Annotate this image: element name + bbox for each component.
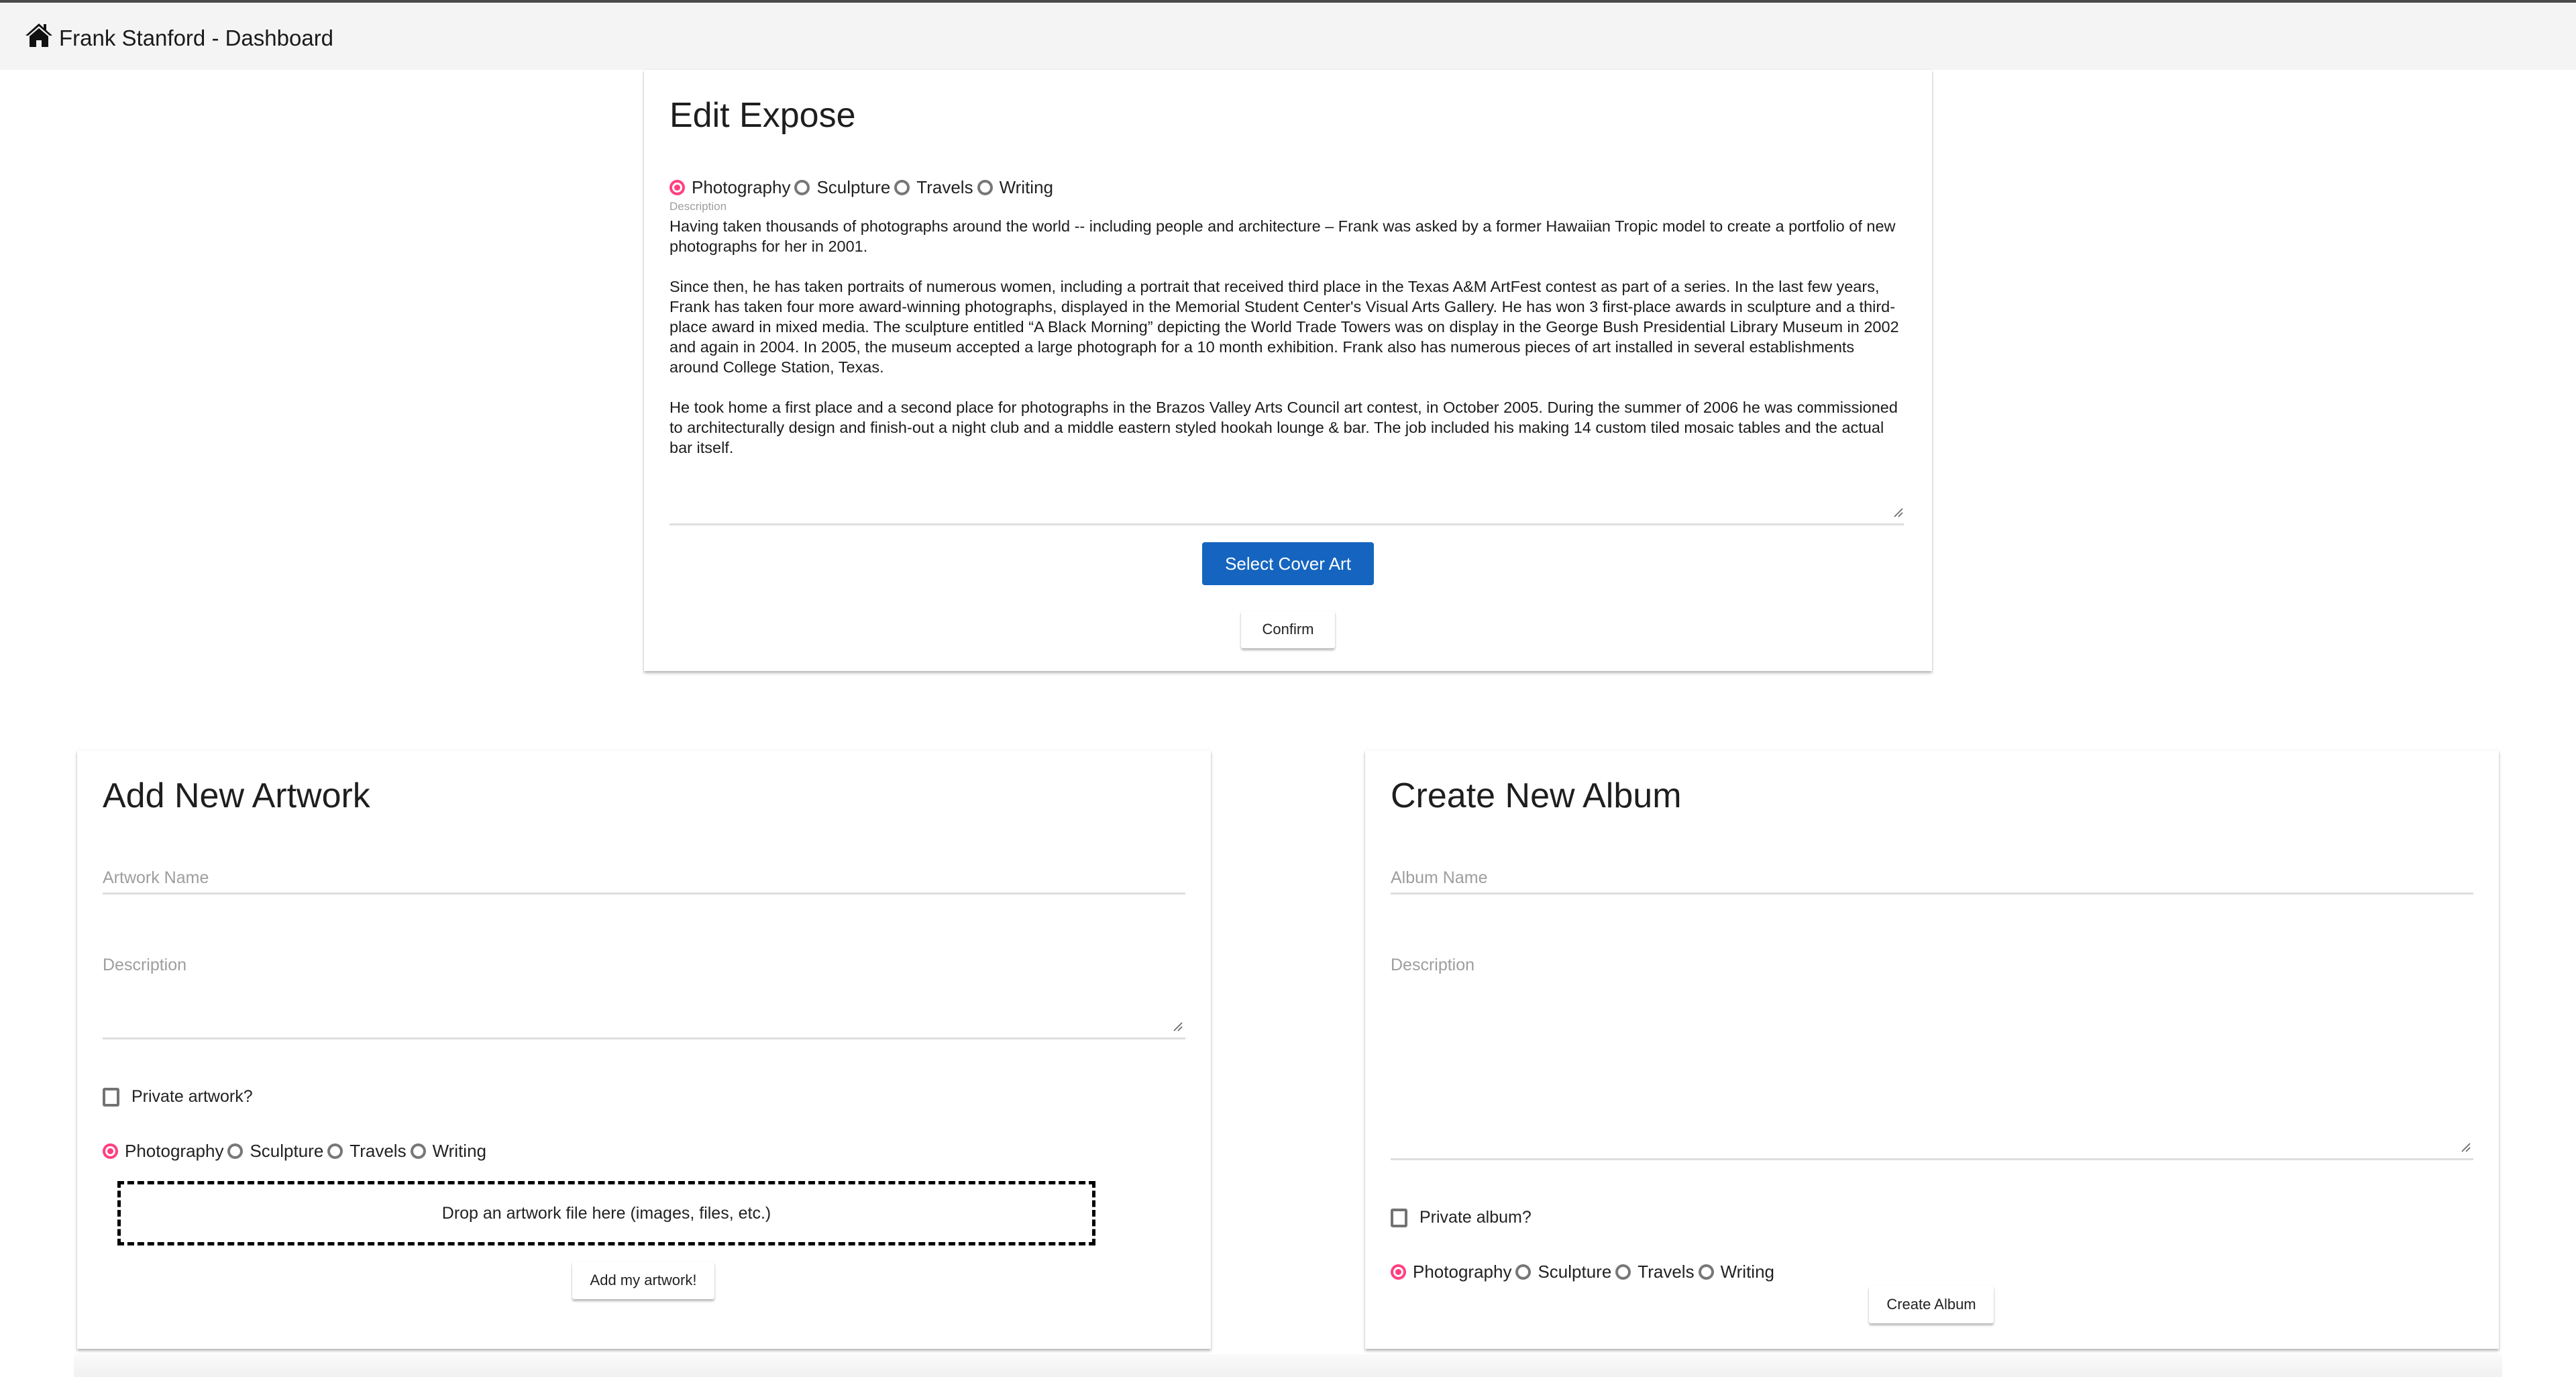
create-album-button[interactable]: Create Album: [1869, 1286, 1994, 1323]
navbar: Frank Stanford - Dashboard: [0, 3, 2576, 70]
radio-unselected-icon[interactable]: [977, 180, 993, 195]
radio-writing[interactable]: Writing: [410, 1141, 489, 1162]
artwork-description-underline: [103, 1037, 1185, 1039]
page-title[interactable]: Frank Stanford - Dashboard: [59, 26, 333, 51]
radio-photography[interactable]: Photography: [1391, 1262, 1514, 1282]
confirm-button[interactable]: Confirm: [1241, 611, 1335, 648]
resize-handle-icon[interactable]: [2461, 1142, 2471, 1153]
create-album-title: Create New Album: [1391, 776, 1682, 815]
album-description-underline: [1391, 1158, 2473, 1160]
radio-sculpture[interactable]: Sculpture: [1515, 1262, 1614, 1282]
private-artwork-checkbox[interactable]: Private artwork?: [103, 1087, 253, 1107]
album-name-underline: [1391, 892, 2473, 895]
home-icon[interactable]: [24, 21, 54, 48]
radio-selected-icon[interactable]: [669, 180, 685, 195]
create-album-card: [1365, 750, 2499, 1349]
radio-writing[interactable]: Writing: [977, 177, 1056, 198]
radio-selected-icon[interactable]: [103, 1143, 118, 1159]
checkbox-unchecked-icon[interactable]: [103, 1087, 119, 1107]
radio-sculpture[interactable]: Sculpture: [794, 177, 893, 198]
expose-description-textarea[interactable]: Having taken thousands of photographs ar…: [669, 216, 1904, 458]
expose-description-underline: [669, 523, 1904, 525]
radio-travels[interactable]: Travels: [1615, 1262, 1697, 1282]
private-album-checkbox[interactable]: Private album?: [1391, 1208, 1532, 1227]
radio-unselected-icon[interactable]: [794, 180, 810, 195]
artwork-description-textarea[interactable]: Description: [103, 956, 186, 975]
radio-unselected-icon[interactable]: [410, 1143, 426, 1159]
radio-travels[interactable]: Travels: [894, 177, 975, 198]
radio-unselected-icon[interactable]: [327, 1143, 343, 1159]
edit-expose-title: Edit Expose: [669, 96, 856, 135]
radio-unselected-icon[interactable]: [1698, 1264, 1714, 1280]
radio-writing[interactable]: Writing: [1698, 1262, 1777, 1282]
radio-unselected-icon[interactable]: [894, 180, 910, 195]
radio-sculpture[interactable]: Sculpture: [227, 1141, 326, 1162]
radio-unselected-icon[interactable]: [227, 1143, 244, 1159]
artwork-name-underline: [103, 892, 1185, 895]
album-category-radios: Photography Sculpture Travels Writing: [1391, 1262, 1778, 1282]
radio-selected-icon[interactable]: [1391, 1264, 1406, 1280]
expose-description-label: Description: [669, 200, 727, 213]
radio-photography[interactable]: Photography: [103, 1141, 226, 1162]
resize-handle-icon[interactable]: [1173, 1021, 1183, 1032]
radio-photography[interactable]: Photography: [669, 177, 793, 198]
radio-unselected-icon[interactable]: [1615, 1264, 1631, 1280]
expose-category-radios: Photography Sculpture Travels Writing: [669, 177, 1057, 198]
artwork-category-radios: Photography Sculpture Travels Writing: [103, 1141, 490, 1162]
album-description-textarea[interactable]: Description: [1391, 956, 1474, 975]
add-artwork-title: Add New Artwork: [103, 776, 370, 815]
album-name-input[interactable]: Album Name: [1391, 868, 1488, 888]
radio-unselected-icon[interactable]: [1515, 1264, 1532, 1280]
add-artwork-button[interactable]: Add my artwork!: [572, 1262, 714, 1299]
page-bottom-shadow: [74, 1354, 2502, 1377]
checkbox-unchecked-icon[interactable]: [1391, 1208, 1407, 1227]
artwork-dropzone[interactable]: Drop an artwork file here (images, files…: [117, 1181, 1095, 1245]
resize-handle-icon[interactable]: [1893, 507, 1904, 518]
add-artwork-card: [77, 750, 1211, 1349]
radio-travels[interactable]: Travels: [327, 1141, 409, 1162]
artwork-name-input[interactable]: Artwork Name: [103, 868, 209, 888]
select-cover-art-button[interactable]: Select Cover Art: [1202, 542, 1374, 585]
